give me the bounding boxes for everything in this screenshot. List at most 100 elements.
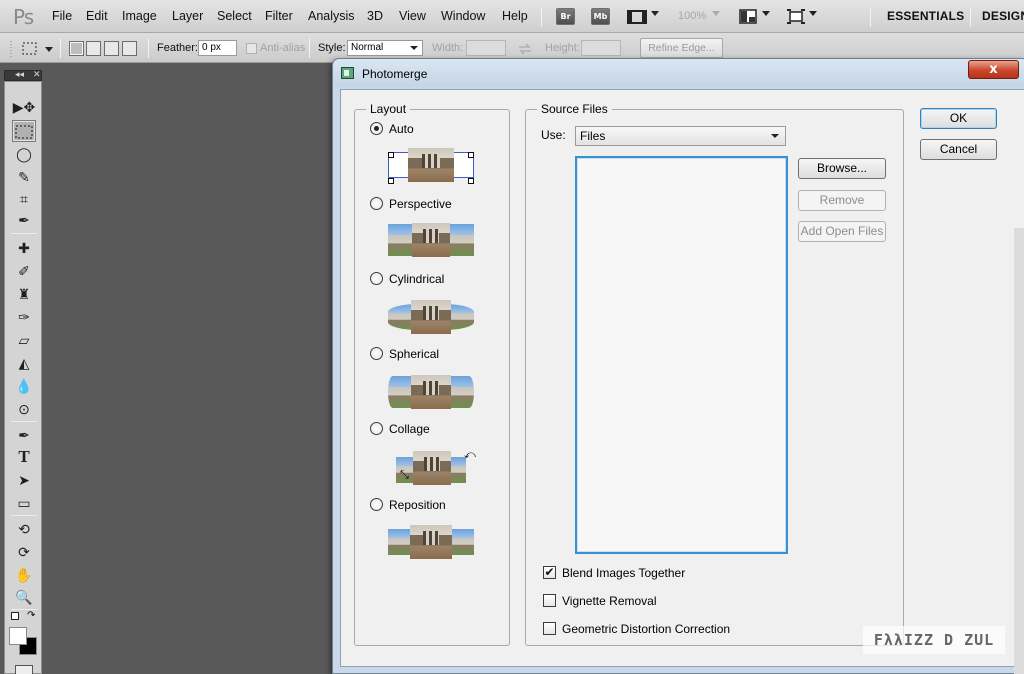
menu-separator <box>870 7 871 27</box>
new-selection-icon[interactable] <box>69 41 84 56</box>
brush-tool-icon[interactable]: ✐ <box>12 260 36 282</box>
dialog-titlebar[interactable]: Photomerge x <box>333 59 1024 87</box>
subtract-from-selection-icon[interactable] <box>104 41 119 56</box>
dodge-tool-icon[interactable]: ⊙ <box>12 398 36 420</box>
paint-bucket-tool-icon[interactable]: ◭ <box>12 352 36 374</box>
layout-spherical-label[interactable]: Spherical <box>389 347 439 361</box>
tools-panel: ▶✥ ◯ ✎ ⌗ ✒ ✚ ✐ ♜ ✑ ▱ ◭ 💧 ⊙ ✒ T ➤ ▭ ⟲ ⟳ ✋… <box>4 81 42 674</box>
close-button[interactable]: x <box>968 60 1019 79</box>
marquee-tool-icon[interactable] <box>12 120 36 142</box>
layout-cylindrical-label[interactable]: Cylindrical <box>389 272 444 286</box>
workspace-essentials[interactable]: ESSENTIALS <box>887 9 964 23</box>
source-files-legend: Source Files <box>537 102 612 116</box>
geometric-distortion-label[interactable]: Geometric Distortion Correction <box>562 622 730 636</box>
arrange-documents-icon[interactable] <box>739 9 757 24</box>
width-label: Width: <box>432 42 464 54</box>
type-tool-icon[interactable]: T <box>12 446 36 468</box>
mini-bridge-button[interactable]: Mb <box>591 8 610 25</box>
layout-reposition-label[interactable]: Reposition <box>389 498 446 512</box>
menu-image[interactable]: Image <box>122 9 157 23</box>
chevron-down-icon[interactable] <box>651 11 659 16</box>
default-colors-icon[interactable] <box>11 612 19 620</box>
menu-file[interactable]: File <box>52 9 72 23</box>
width-input[interactable] <box>466 40 506 56</box>
screen-mode-icon[interactable] <box>787 9 805 24</box>
history-brush-tool-icon[interactable]: ✑ <box>12 306 36 328</box>
path-select-tool-icon[interactable]: ➤ <box>12 469 36 491</box>
swap-colors-icon[interactable]: ↷ <box>27 610 35 621</box>
dialog-title: Photomerge <box>362 67 428 81</box>
remove-button[interactable]: Remove <box>798 190 886 211</box>
rectangle-tool-icon[interactable]: ▭ <box>12 492 36 514</box>
layout-legend: Layout <box>366 102 411 116</box>
feather-input[interactable]: 0 px <box>198 40 237 56</box>
perspective-preview-image <box>388 221 474 259</box>
pen-tool-icon[interactable]: ✒ <box>12 424 36 446</box>
3d-orbit-tool-icon[interactable]: ⟳ <box>12 541 36 563</box>
rectangular-marquee-icon[interactable] <box>22 42 38 56</box>
layout-auto-radio[interactable] <box>370 122 383 135</box>
blur-tool-icon[interactable]: 💧 <box>12 375 36 397</box>
menu-analysis[interactable]: Analysis <box>308 9 355 23</box>
height-input[interactable] <box>581 40 621 56</box>
blend-images-checkbox[interactable]: ✔ <box>543 566 556 579</box>
zoom-level[interactable]: 100% <box>678 10 706 22</box>
cancel-button[interactable]: Cancel <box>920 139 997 160</box>
zoom-tool-icon[interactable]: 🔍 <box>12 586 36 608</box>
menu-view[interactable]: View <box>399 9 426 23</box>
geometric-distortion-checkbox[interactable] <box>543 622 556 635</box>
refine-edge-button[interactable]: Refine Edge... <box>640 38 723 58</box>
ok-button[interactable]: OK <box>920 108 997 129</box>
menu-layer[interactable]: Layer <box>172 9 203 23</box>
menu-3d[interactable]: 3D <box>367 9 383 23</box>
vignette-removal-checkbox[interactable] <box>543 594 556 607</box>
quick-select-tool-icon[interactable]: ✎ <box>12 166 36 188</box>
bridge-button[interactable]: Br <box>556 8 575 25</box>
browse-button[interactable]: Browse... <box>798 158 886 179</box>
grip-icon <box>10 41 12 57</box>
hand-tool-icon[interactable]: ✋ <box>12 564 36 586</box>
layout-spherical-radio[interactable] <box>370 347 383 360</box>
3d-rotate-tool-icon[interactable]: ⟲ <box>12 518 36 540</box>
add-to-selection-icon[interactable] <box>86 41 101 56</box>
close-icon[interactable]: ✕ <box>33 69 41 80</box>
anti-alias-checkbox[interactable] <box>246 43 257 54</box>
menu-window[interactable]: Window <box>441 9 485 23</box>
collapse-icon[interactable]: ◂◂ <box>15 69 24 80</box>
layout-perspective-label[interactable]: Perspective <box>389 197 452 211</box>
vignette-removal-label[interactable]: Vignette Removal <box>562 594 657 608</box>
eyedropper-tool-icon[interactable]: ✒ <box>12 209 36 231</box>
source-files-list[interactable] <box>575 156 788 554</box>
healing-brush-tool-icon[interactable]: ✚ <box>12 237 36 259</box>
foreground-color-swatch[interactable] <box>9 627 27 645</box>
crop-tool-icon[interactable]: ⌗ <box>12 188 36 210</box>
layout-perspective-radio[interactable] <box>370 197 383 210</box>
add-open-files-button[interactable]: Add Open Files <box>798 221 886 242</box>
layout-collage-label[interactable]: Collage <box>389 422 430 436</box>
layout-cylindrical-radio[interactable] <box>370 272 383 285</box>
chevron-down-icon[interactable] <box>712 11 720 16</box>
chevron-down-icon[interactable] <box>809 11 817 16</box>
menu-edit[interactable]: Edit <box>86 9 108 23</box>
chevron-down-icon[interactable] <box>762 11 770 16</box>
blend-images-label[interactable]: Blend Images Together <box>562 566 685 580</box>
lasso-tool-icon[interactable]: ◯ <box>12 143 36 165</box>
view-extras-icon[interactable] <box>627 9 647 25</box>
use-dropdown[interactable]: Files <box>575 126 786 146</box>
layout-collage-radio[interactable] <box>370 422 383 435</box>
move-tool-icon[interactable]: ▶✥ <box>12 96 36 118</box>
quick-mask-icon[interactable] <box>15 665 33 674</box>
menu-select[interactable]: Select <box>217 9 252 23</box>
swap-icon[interactable] <box>518 43 532 55</box>
menu-filter[interactable]: Filter <box>265 9 293 23</box>
workspace-design[interactable]: DESIGN <box>982 9 1024 23</box>
layout-auto-label[interactable]: Auto <box>389 122 414 136</box>
layout-reposition-radio[interactable] <box>370 498 383 511</box>
style-select[interactable]: Normal <box>347 40 423 56</box>
tool-preset-chevron-icon[interactable] <box>45 47 53 52</box>
intersect-selection-icon[interactable] <box>122 41 137 56</box>
menu-help[interactable]: Help <box>502 9 528 23</box>
background-panel-edge <box>1014 228 1024 674</box>
eraser-tool-icon[interactable]: ▱ <box>12 329 36 351</box>
clone-stamp-tool-icon[interactable]: ♜ <box>12 283 36 305</box>
